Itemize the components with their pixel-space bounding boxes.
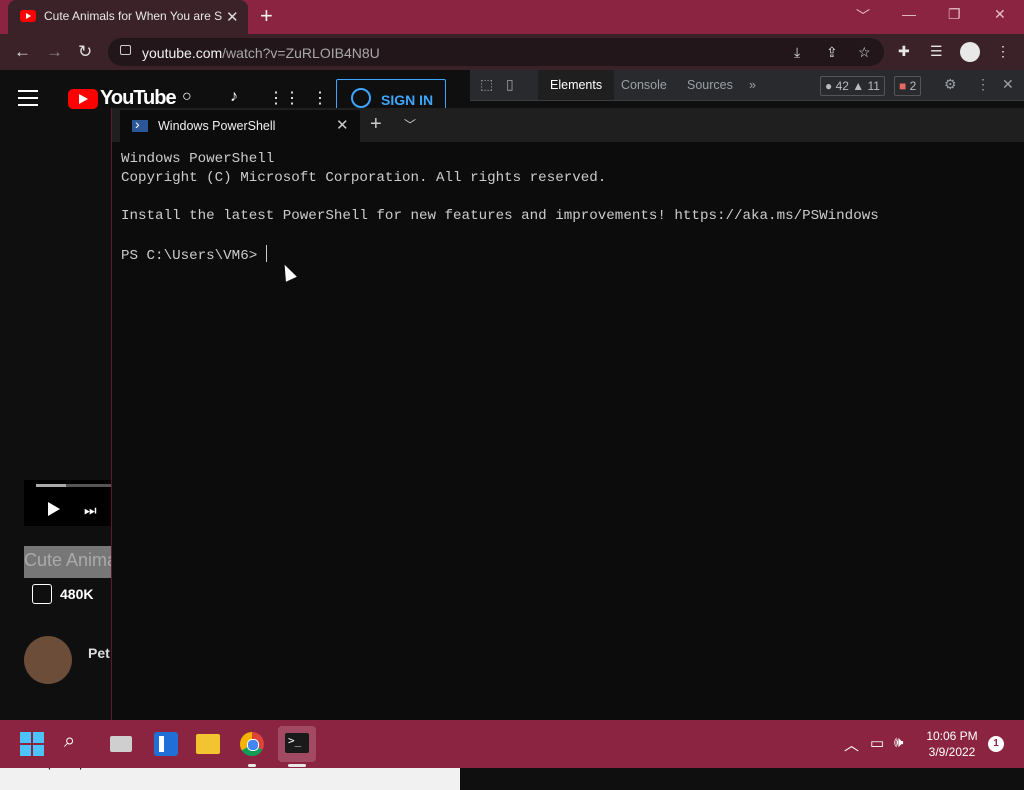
youtube-logo-icon[interactable] — [68, 89, 98, 109]
profile-avatar-icon[interactable] — [960, 42, 980, 62]
widgets-icon[interactable] — [154, 732, 178, 756]
account-circle-icon — [351, 88, 371, 108]
taskbar-search-icon[interactable]: ⌕ — [64, 730, 88, 754]
file-explorer-icon[interactable] — [196, 734, 220, 754]
powershell-icon — [132, 116, 148, 132]
channel-avatar[interactable] — [24, 636, 72, 684]
browser-tab-title: Cute Animals for When You are S — [44, 9, 223, 23]
share-icon[interactable]: ⇪ — [826, 44, 838, 61]
video-progress-fill — [36, 484, 66, 487]
warning-count: 11 — [867, 79, 880, 93]
terminal-taskbar-icon[interactable] — [278, 726, 316, 762]
media-queue-icon[interactable]: ☰ — [930, 43, 943, 60]
apps-grid-icon[interactable]: ⋮⋮ — [268, 88, 300, 108]
hamburger-menu-icon[interactable] — [18, 90, 38, 111]
close-window-button[interactable]: ✕ — [994, 6, 1006, 23]
clock-date: 3/9/2022 — [928, 745, 976, 759]
terminal-running-indicator — [288, 764, 306, 767]
terminal-line: Windows PowerShell — [121, 151, 275, 167]
devtools-menu-icon[interactable]: ⋮ — [976, 76, 990, 93]
lock-icon[interactable] — [120, 45, 131, 55]
extensions-puzzle-icon[interactable]: ✚ — [898, 43, 910, 60]
next-video-icon[interactable]: ⏭ — [84, 502, 97, 519]
video-progress-bar[interactable] — [36, 484, 116, 487]
devtools-settings-gear-icon[interactable]: ⚙ — [944, 76, 957, 93]
taskbar: ⌕ ︿ ▭ 🕪 10:06 PM 3/9/2022 1 — [0, 720, 1024, 768]
sign-in-label: SIGN IN — [381, 92, 434, 108]
info-count: 42 — [835, 79, 849, 93]
issues-counter[interactable]: ● 42 ▲ 11 — [820, 76, 885, 96]
bookmark-star-icon[interactable]: ☆ — [858, 44, 871, 61]
channel-name[interactable]: Pet — [88, 645, 110, 661]
tab-search-icon[interactable]: ﹀ — [856, 6, 870, 26]
text-caret — [265, 245, 268, 262]
show-hidden-icons-chevron-icon[interactable]: ︿ — [844, 734, 859, 755]
terminal-line: Install the latest PowerShell for new fe… — [121, 208, 879, 224]
devtools-tab-console[interactable]: Console — [621, 78, 667, 92]
volume-icon[interactable]: 🕪 — [894, 734, 903, 751]
terminal-prompt-line[interactable]: PS C:\Users\VM6> — [121, 245, 879, 266]
new-tab-button[interactable]: + — [260, 5, 273, 27]
chrome-icon[interactable] — [240, 732, 264, 756]
notification-badge[interactable]: 1 — [988, 736, 1004, 752]
devtools-toolbar: ⬚ ▯ Elements Console Sources » ● 42 ▲ 11… — [470, 70, 1024, 101]
browser-tab-strip: Cute Animals for When You are S ✕ + ﹀ — … — [0, 0, 1024, 34]
terminal-tab-powershell[interactable]: Windows PowerShell ✕ — [120, 110, 360, 142]
youtube-logo-text[interactable]: YouTube — [100, 87, 177, 110]
url-path: /watch?v=ZuRLOIB4N8U — [222, 45, 380, 61]
start-button-windows-icon[interactable] — [20, 732, 44, 756]
back-arrow-icon[interactable]: ← — [14, 42, 31, 62]
search-icon[interactable]: ○ — [182, 88, 192, 106]
close-tab-icon[interactable]: ✕ — [226, 8, 239, 26]
terminal-line: Copyright (C) Microsoft Corporation. All… — [121, 170, 607, 186]
install-app-icon[interactable]: ⤓ — [794, 44, 800, 61]
error-counter[interactable]: ■ 2 — [894, 76, 922, 96]
task-view-icon[interactable] — [110, 736, 132, 752]
inspect-element-icon[interactable]: ⬚ — [480, 76, 493, 93]
terminal-tab-bar: Windows PowerShell ✕ + ﹀ — [112, 108, 1024, 142]
browser-toolbar: ← → ↻ youtube.com/watch?v=ZuRLOIB4N8U ⤓ … — [0, 34, 1024, 70]
chrome-running-indicator — [248, 764, 256, 767]
devtools-close-icon[interactable]: ✕ — [1002, 76, 1014, 93]
chrome-menu-icon[interactable]: ⋮ — [996, 43, 1010, 60]
url-host: youtube.com — [142, 45, 223, 61]
devtools-tab-elements[interactable]: Elements — [538, 70, 615, 100]
network-icon[interactable]: ▭ — [870, 734, 884, 752]
error-count: 2 — [909, 79, 917, 93]
minimize-button[interactable]: — — [902, 6, 916, 22]
microphone-icon[interactable]: ♪ — [230, 88, 238, 106]
thumbs-up-icon — [32, 584, 52, 604]
terminal-line: ​ — [121, 188, 879, 207]
clock[interactable]: 10:06 PM 3/9/2022 — [920, 728, 984, 760]
terminal-line: ​ — [121, 226, 879, 245]
video-title: Cute Anima — [24, 546, 118, 578]
devtools-tab-sources[interactable]: Sources — [687, 78, 733, 92]
play-icon[interactable] — [48, 502, 60, 516]
forward-arrow-icon[interactable]: → — [46, 42, 63, 62]
device-toolbar-icon[interactable]: ▯ — [506, 76, 514, 93]
like-count: 480K — [60, 586, 94, 602]
address-bar[interactable]: youtube.com/watch?v=ZuRLOIB4N8U ⤓ ⇪ ☆ — [108, 38, 884, 66]
terminal-output[interactable]: Windows PowerShell Copyright (C) Microsof… — [121, 150, 879, 266]
terminal-glyph-icon — [285, 733, 309, 753]
terminal-window: Windows PowerShell ✕ + ﹀ Windows PowerSh… — [111, 108, 1024, 720]
terminal-dropdown-icon[interactable]: ﹀ — [404, 116, 416, 133]
close-terminal-tab-icon[interactable]: ✕ — [336, 116, 349, 134]
reload-icon[interactable]: ↻ — [78, 42, 92, 62]
browser-tab-youtube[interactable]: Cute Animals for When You are S ✕ — [8, 0, 248, 34]
clock-time: 10:06 PM — [926, 729, 978, 743]
youtube-favicon-icon — [20, 10, 36, 22]
terminal-prompt: PS C:\Users\VM6> — [121, 248, 266, 264]
restore-button[interactable]: ❐ — [948, 6, 961, 23]
url-text[interactable]: youtube.com/watch?v=ZuRLOIB4N8U — [142, 45, 380, 61]
new-terminal-tab-button[interactable]: + — [370, 113, 382, 136]
settings-dots-icon[interactable]: ⋮ — [312, 88, 328, 108]
more-tabs-icon[interactable]: » — [749, 78, 756, 92]
terminal-tab-label: Windows PowerShell — [158, 119, 276, 133]
